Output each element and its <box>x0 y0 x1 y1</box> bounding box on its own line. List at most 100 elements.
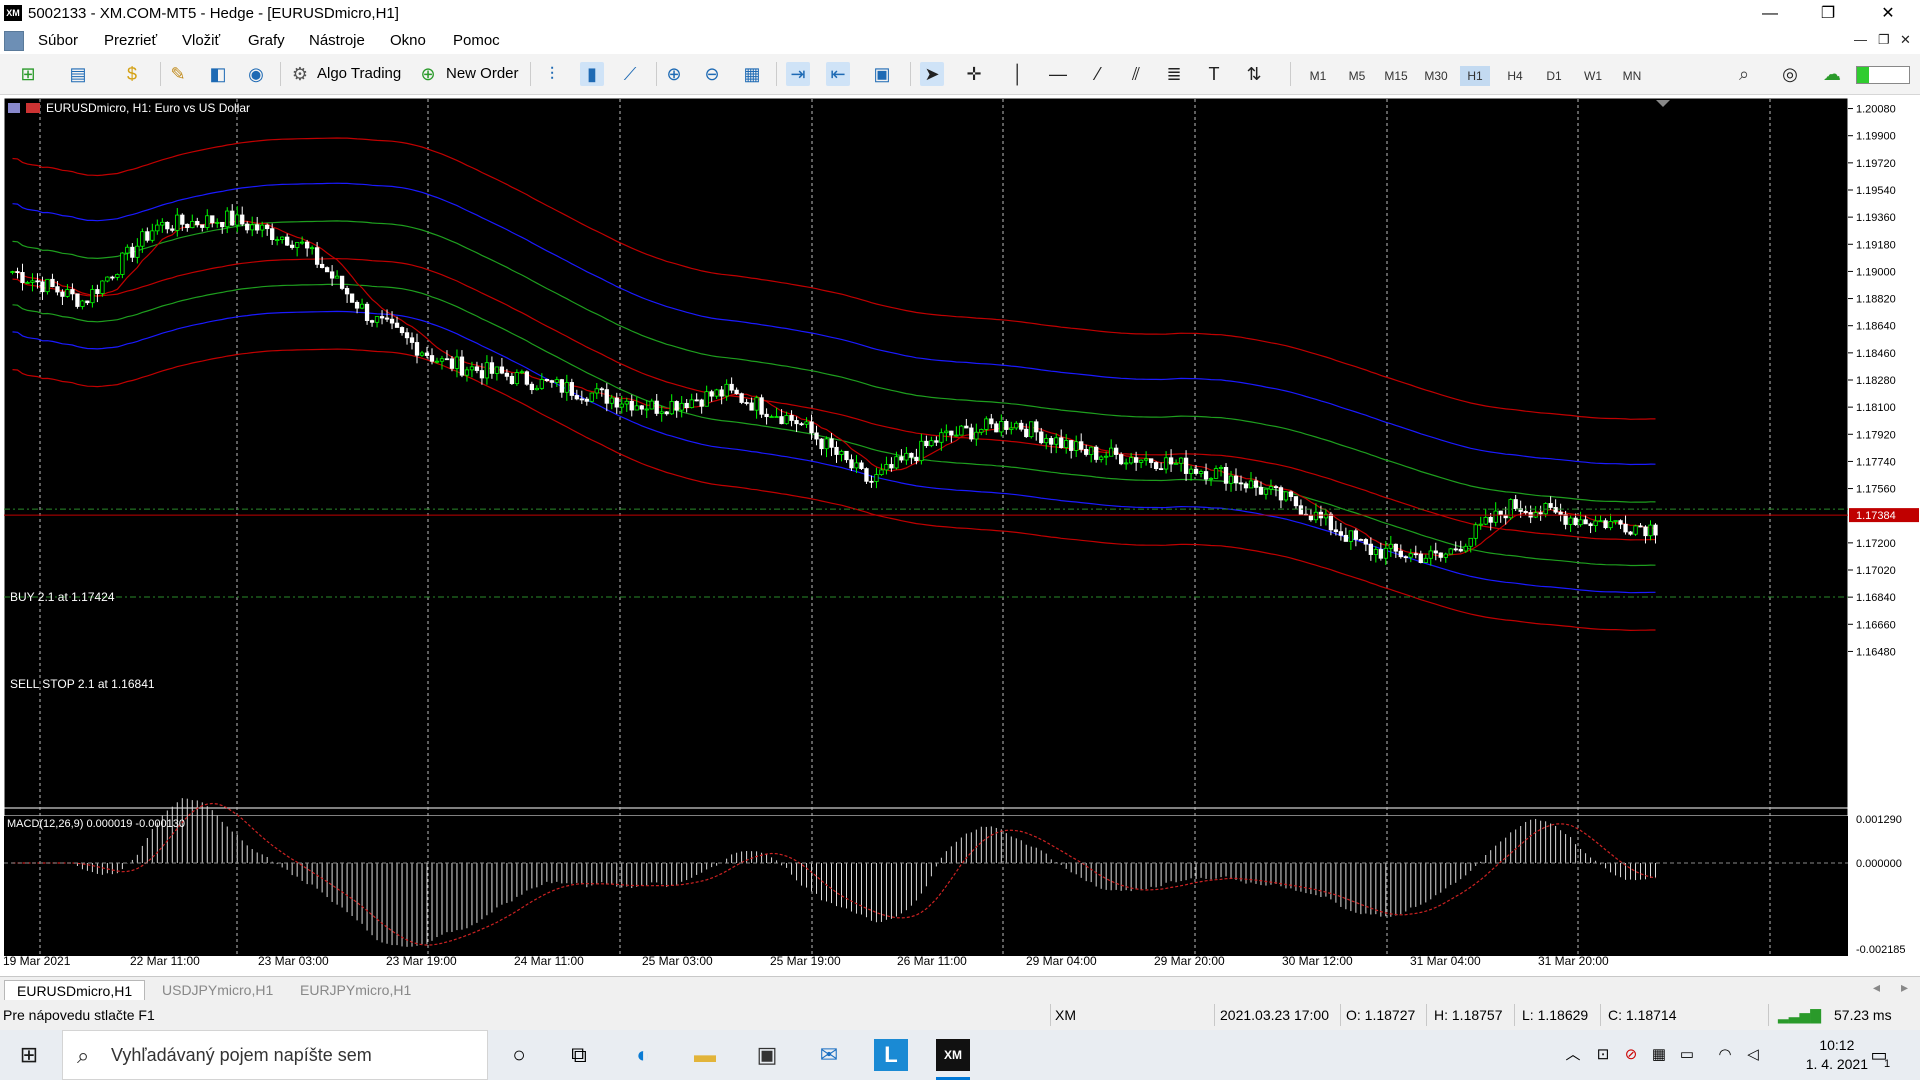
tile-windows-icon[interactable]: ▦ <box>740 62 764 86</box>
candlestick-chart-icon[interactable]: ▮ <box>580 62 604 86</box>
market-watch-icon[interactable]: $ <box>120 62 144 86</box>
candle <box>1473 524 1478 539</box>
menu-help[interactable]: Pomoc <box>453 32 500 49</box>
tray-chevron-icon[interactable]: ︿ <box>1556 1039 1590 1071</box>
arrows-icon[interactable]: ⇅ <box>1242 62 1266 86</box>
zoom-in-icon[interactable]: ⊕ <box>662 62 686 86</box>
volume-icon[interactable]: ◁ <box>1736 1039 1770 1071</box>
price-axis-label: 1.18640 <box>1856 321 1896 333</box>
time-axis-label: 30 Mar 12:00 <box>1282 954 1353 968</box>
timeframe-m1[interactable]: M1 <box>1303 66 1333 86</box>
templates-icon[interactable]: ▣ <box>870 62 894 86</box>
candle <box>894 456 899 469</box>
account-icon[interactable]: ◎ <box>1778 62 1802 86</box>
candle <box>1408 553 1413 558</box>
close-button[interactable]: ✕ <box>1860 0 1916 28</box>
timeframe-h1[interactable]: H1 <box>1460 66 1490 86</box>
candle <box>1338 531 1344 536</box>
tabs-scroll-left-icon[interactable]: ◂ <box>1873 979 1880 996</box>
notifications-icon[interactable]: ▭ <box>1862 1039 1896 1071</box>
crosshair-icon[interactable]: ✛ <box>962 62 986 86</box>
search-icon[interactable]: ⌕ <box>1732 62 1756 86</box>
candle <box>120 252 125 275</box>
tab-usdjpy[interactable]: USDJPYmicro,H1 <box>150 980 285 1000</box>
vps-icon[interactable]: ☁ <box>1820 62 1844 86</box>
profiles-icon[interactable]: ▤ <box>66 62 90 86</box>
fibonacci-icon[interactable]: ≣ <box>1162 62 1186 86</box>
candle <box>329 271 335 279</box>
candle <box>799 423 804 426</box>
candle <box>1243 483 1249 489</box>
equidistant-channel-icon[interactable]: ⫽ <box>1124 62 1148 86</box>
child-close-button[interactable]: ✕ <box>1900 32 1911 48</box>
candle <box>70 289 75 295</box>
taskbar-search[interactable]: ⌕ Vyhľadávaný pojem napíšte sem <box>62 1030 488 1080</box>
chart-window[interactable]: 1.20080 1.19900 1.19720 1.19540 1.19360 1.191… <box>0 95 1920 976</box>
menu-charts[interactable]: Grafy <box>248 32 285 49</box>
chart-shift-icon[interactable]: ⇤ <box>826 62 850 86</box>
vertical-line-icon[interactable]: │ <box>1006 62 1030 86</box>
new-order-button[interactable]: New Order <box>446 65 519 89</box>
timeframe-d1[interactable]: D1 <box>1539 66 1569 86</box>
file-explorer-icon[interactable]: ▬ <box>688 1039 722 1071</box>
candle <box>1373 549 1378 555</box>
store-icon[interactable]: ▣ <box>750 1039 784 1071</box>
algo-trading-icon[interactable]: ⚙ <box>288 62 312 86</box>
candle <box>1233 475 1239 484</box>
child-restore-button[interactable]: ❐ <box>1878 32 1890 48</box>
menu-file[interactable]: Súbor <box>38 32 78 49</box>
cursor-icon[interactable]: ➤ <box>920 62 944 86</box>
timeframe-w1[interactable]: W1 <box>1578 66 1608 86</box>
algo-trading-button[interactable]: Algo Trading <box>317 65 401 89</box>
lync-icon[interactable]: L <box>874 1039 908 1071</box>
tab-eurjpy[interactable]: EURJPYmicro,H1 <box>288 980 423 1000</box>
candle <box>354 301 360 309</box>
timeframe-m15[interactable]: M15 <box>1381 66 1411 86</box>
minimize-button[interactable]: — <box>1742 0 1798 28</box>
data-window-icon[interactable]: ✎ <box>166 62 190 86</box>
menu-insert[interactable]: Vložiť <box>182 32 220 49</box>
candle <box>1198 471 1204 474</box>
candle <box>1633 525 1638 535</box>
timeframe-m30[interactable]: M30 <box>1421 66 1451 86</box>
new-chart-icon[interactable]: ⊞ <box>16 62 40 86</box>
text-icon[interactable]: T <box>1202 62 1226 86</box>
candle <box>869 480 874 483</box>
menu-tools[interactable]: Nástroje <box>309 32 365 49</box>
line-chart-icon[interactable]: ⟋ <box>618 62 642 86</box>
child-minimize-button[interactable]: — <box>1854 32 1867 47</box>
task-view-icon[interactable]: ⧉ <box>562 1039 596 1071</box>
candle <box>939 432 944 443</box>
mail-icon[interactable]: ✉ <box>812 1039 846 1071</box>
navigator-icon[interactable]: ◧ <box>206 62 230 86</box>
battery-icon[interactable]: ▭ <box>1670 1039 1704 1071</box>
zoom-out-icon[interactable]: ⊖ <box>700 62 724 86</box>
new-order-icon[interactable]: ⊕ <box>416 62 440 86</box>
menu-view[interactable]: Prezrieť <box>104 32 157 49</box>
windows-start-icon[interactable]: ⊞ <box>12 1039 46 1071</box>
menu-bar: Súbor Prezrieť Vložiť Grafy Nástroje Okn… <box>0 28 1920 54</box>
tabs-scroll-right-icon[interactable]: ▸ <box>1901 979 1908 996</box>
candle <box>1163 457 1169 470</box>
horizontal-line-icon[interactable]: — <box>1046 62 1070 86</box>
timeframe-h4[interactable]: H4 <box>1500 66 1530 86</box>
taskbar-clock[interactable]: 10:12 1. 4. 2021 <box>1806 1036 1868 1074</box>
timeframe-mn[interactable]: MN <box>1617 66 1647 86</box>
chart-canvas[interactable]: 1.20080 1.19900 1.19720 1.19540 1.19360 1.191… <box>0 95 1920 976</box>
autoscroll-icon[interactable]: ⇥ <box>786 62 810 86</box>
restore-button[interactable]: ❐ <box>1800 0 1856 28</box>
trendline-icon[interactable]: ⁄ <box>1086 62 1110 86</box>
candle <box>1203 471 1209 480</box>
cortana-icon[interactable]: ○ <box>502 1039 536 1071</box>
xm-taskbar-icon[interactable]: XM <box>936 1039 970 1071</box>
signals-icon[interactable]: ◉ <box>244 62 268 86</box>
bar-chart-icon[interactable]: ⫶ <box>540 62 564 86</box>
edge-icon[interactable]: ◐ <box>626 1039 660 1071</box>
candle <box>914 456 919 462</box>
menu-window[interactable]: Okno <box>390 32 426 49</box>
price-axis-label: 1.18280 <box>1856 375 1896 387</box>
chart-window-icon[interactable] <box>4 31 24 51</box>
timeframe-m5[interactable]: M5 <box>1342 66 1372 86</box>
taskbar-search-placeholder: Vyhľadávaný pojem napíšte sem <box>111 1045 372 1065</box>
tab-eurusd[interactable]: EURUSDmicro,H1 <box>4 980 146 1001</box>
